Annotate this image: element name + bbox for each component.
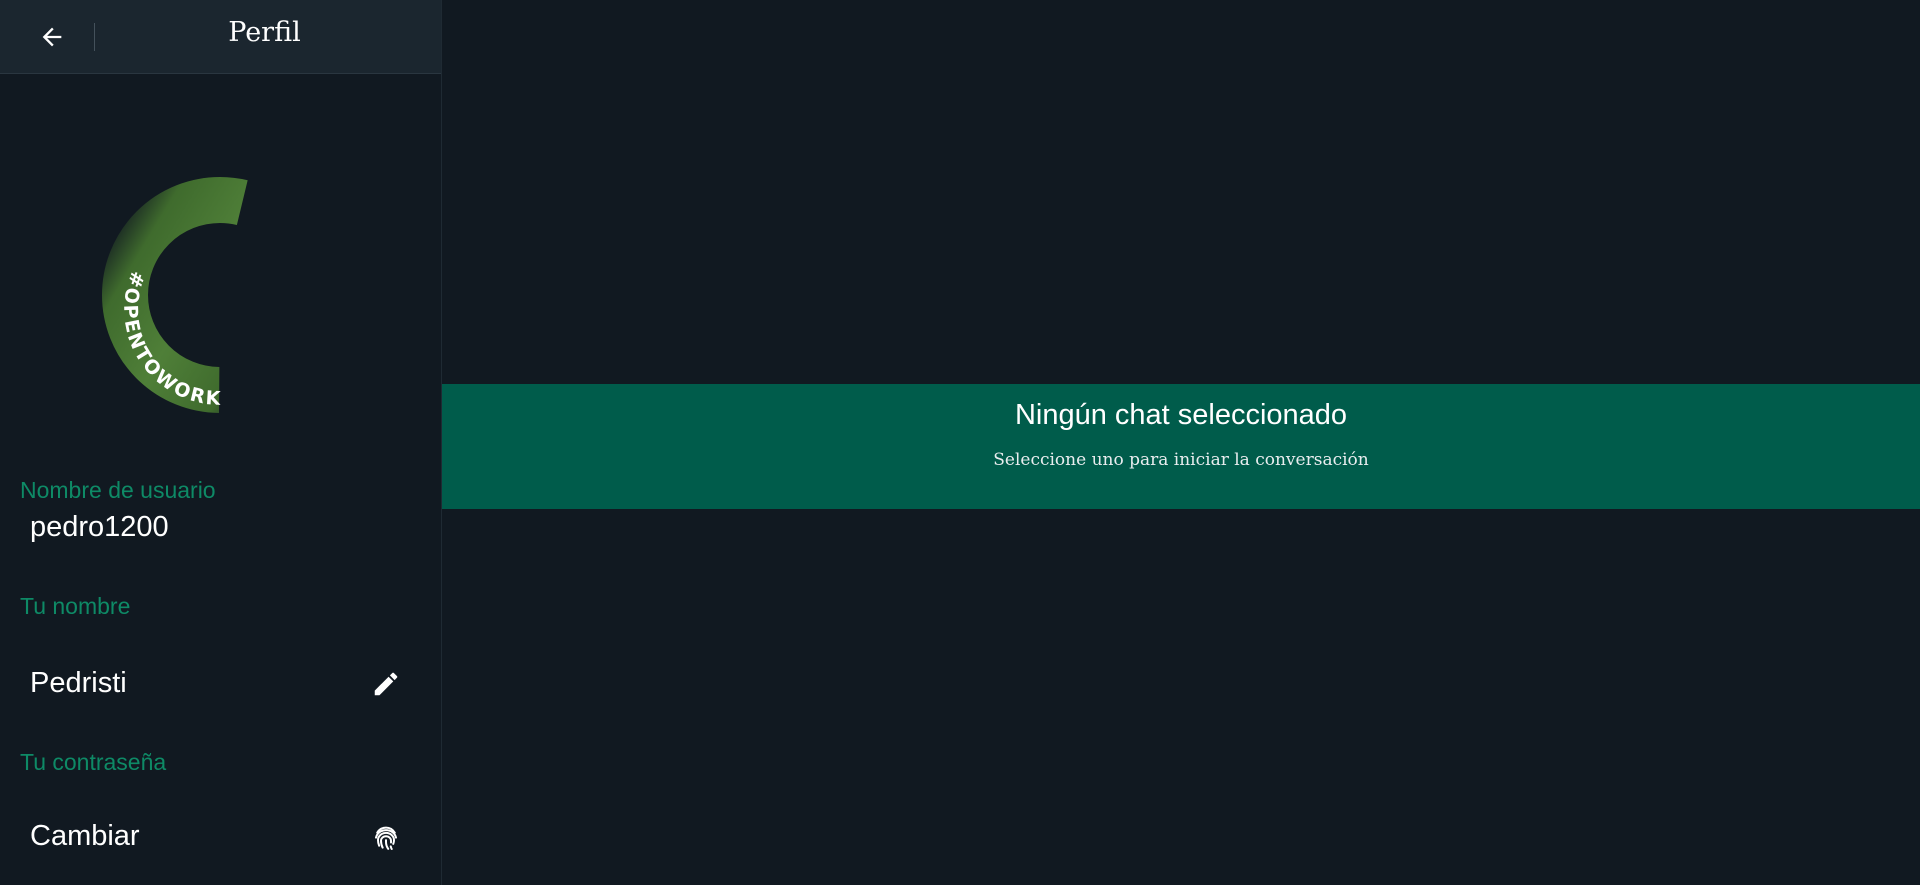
change-password-button[interactable]: [369, 820, 403, 854]
back-button[interactable]: [32, 17, 72, 57]
pencil-icon: [374, 672, 398, 696]
header-divider: [94, 22, 95, 51]
sidebar-header: Perfil: [0, 0, 441, 74]
chat-area: Ningún chat seleccionado Seleccione uno …: [442, 0, 1920, 885]
opentowork-avatar-ring: #OPENTOWORK: [102, 177, 338, 413]
username-value: pedro1200: [30, 511, 169, 543]
edit-name-button[interactable]: [369, 667, 403, 701]
fingerprint-icon: [375, 826, 397, 850]
avatar-badge-text: #OPENTOWORK: [119, 268, 221, 410]
password-label: Tu contraseña: [20, 749, 167, 775]
no-chat-title: Ningún chat seleccionado: [1014, 399, 1348, 431]
svg-text:#OPENTOWORK: #OPENTOWORK: [119, 268, 223, 410]
no-chat-subtitle: Seleccione uno para iniciar la conversac…: [993, 450, 1369, 470]
arrow-left-icon: [42, 27, 62, 46]
name-value: Pedristi: [30, 667, 127, 699]
profile-sidebar: Perfil #OPENTOWORK Nombre de usuario ped…: [0, 0, 442, 885]
no-chat-banner: Ningún chat seleccionado Seleccione uno …: [442, 384, 1920, 509]
app-window: Perfil #OPENTOWORK Nombre de usuario ped…: [0, 0, 1920, 885]
change-password-value[interactable]: Cambiar: [30, 820, 140, 853]
username-label: Nombre de usuario: [20, 477, 216, 503]
name-label: Tu nombre: [20, 593, 131, 619]
avatar[interactable]: #OPENTOWORK: [100, 175, 340, 415]
